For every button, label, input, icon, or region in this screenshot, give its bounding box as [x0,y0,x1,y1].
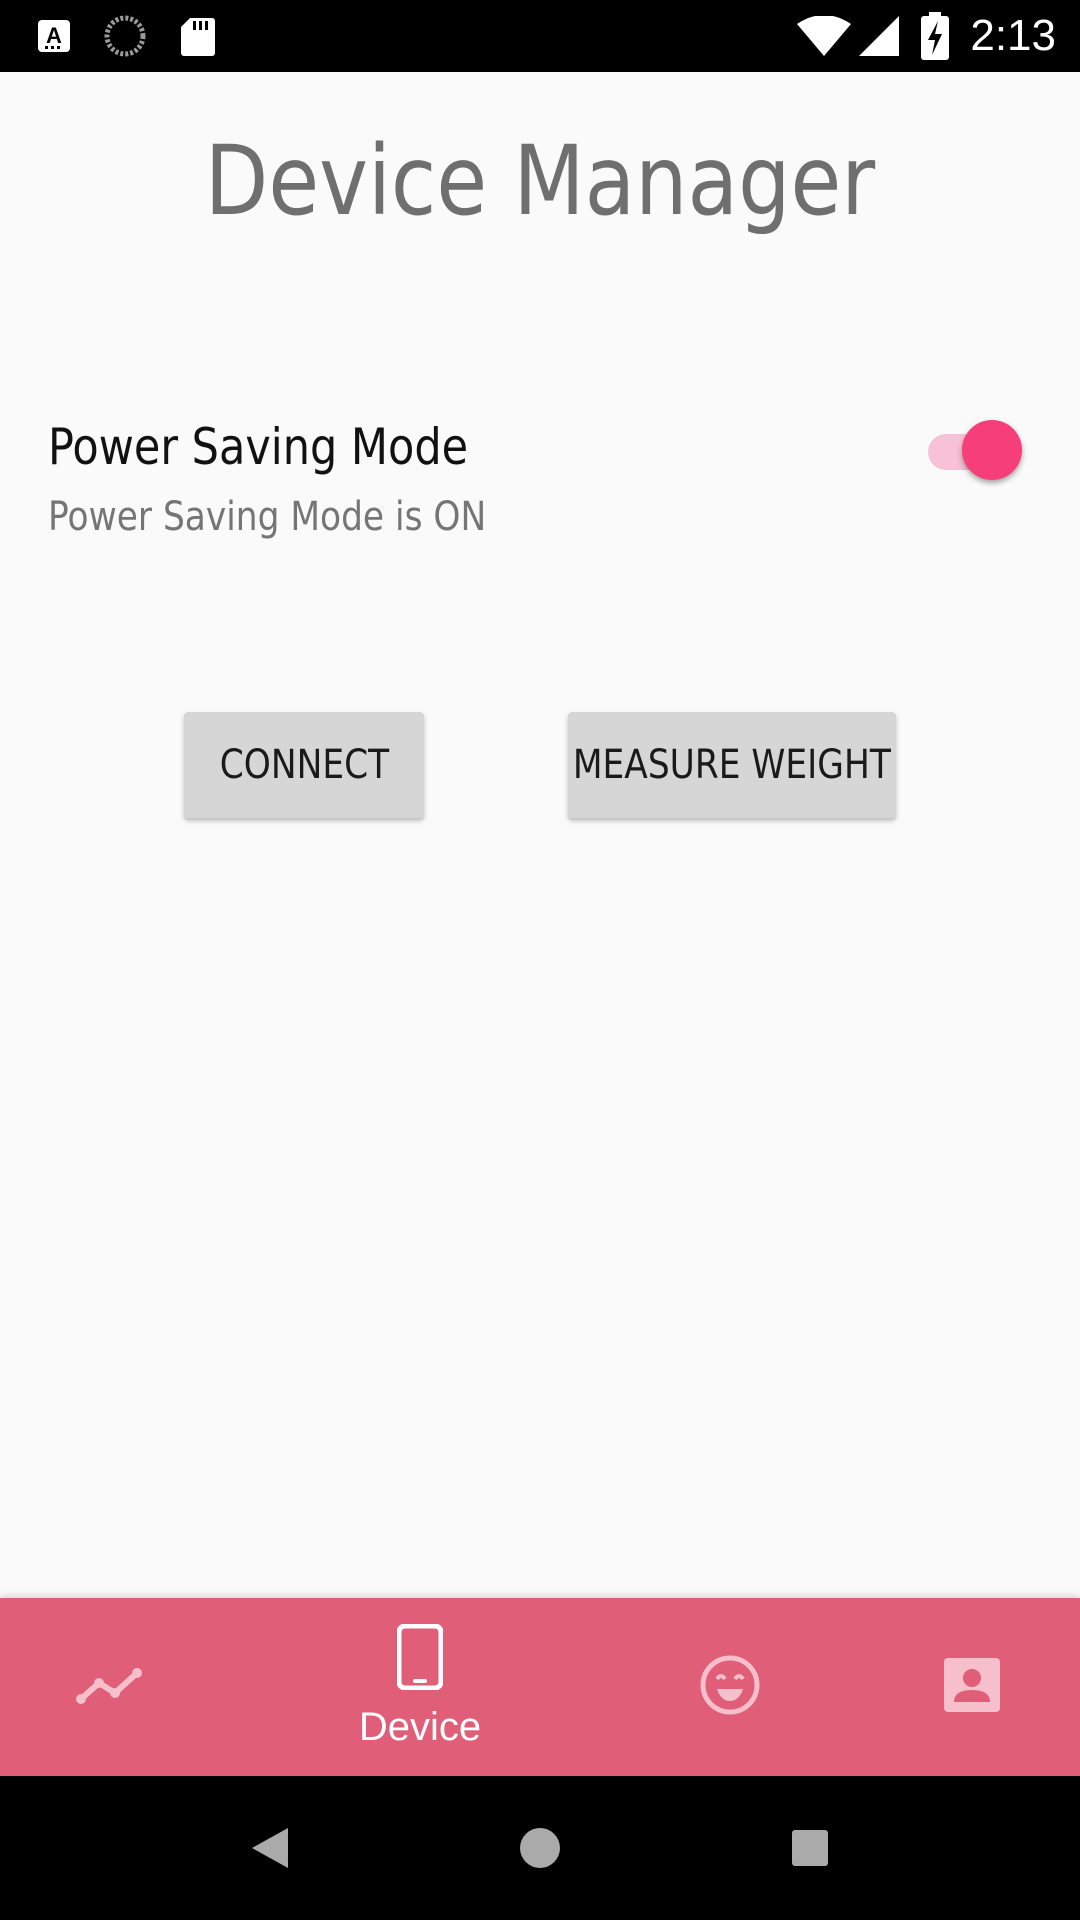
connect-button[interactable]: CONNECT [184,712,424,818]
keyboard-a-icon: A [36,0,72,72]
sd-card-icon [178,0,218,72]
nav-item-mood[interactable] [660,1598,800,1776]
sync-spinner-icon [102,0,148,72]
setting-title: Power Saving Mode [48,418,469,476]
status-clock: 2:13 [970,11,1056,60]
measure-weight-button[interactable]: MEASURE WEIGHT [568,712,896,818]
bottom-navigation: Device [0,1598,1080,1776]
back-icon[interactable] [210,1776,330,1920]
connect-button-label: CONNECT [219,742,389,788]
system-navigation-bar [0,1776,1080,1920]
phone-device-icon [396,1623,444,1695]
nav-item-device-label: Device [358,1705,482,1749]
smiley-face-icon [699,1654,761,1721]
nav-item-device[interactable]: Device [320,1598,520,1776]
profile-card-icon [944,1657,1000,1717]
power-saving-toggle[interactable] [924,420,1026,480]
recents-icon[interactable] [750,1776,870,1920]
cell-signal-icon [858,0,900,72]
svg-text:A: A [46,23,62,48]
wifi-icon [796,0,852,72]
page-title: Device Manager [204,125,876,237]
status-bar: A 2:13 [0,0,1080,72]
nav-item-trends[interactable] [40,1598,180,1776]
setting-summary: Power Saving Mode is ON [48,494,487,540]
nav-item-profile[interactable] [902,1598,1042,1776]
measure-weight-button-label: MEASURE WEIGHT [573,742,891,788]
battery-charging-icon [920,0,950,72]
toggle-thumb [962,420,1022,480]
trend-line-icon [75,1663,145,1712]
home-icon[interactable] [480,1776,600,1920]
